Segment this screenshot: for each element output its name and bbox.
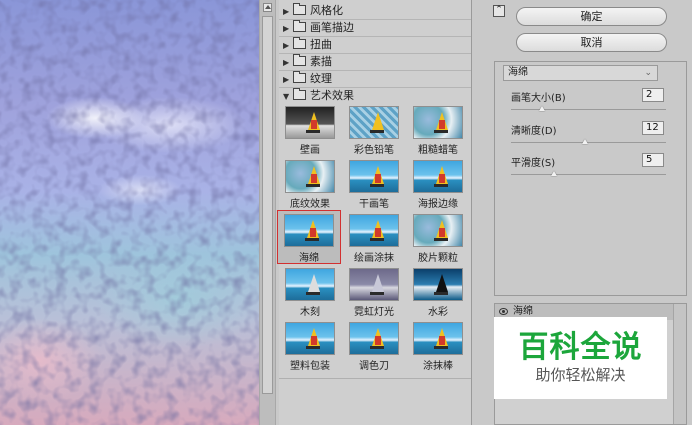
filter-smudge-stick[interactable]: 涂抹棒 xyxy=(410,322,466,374)
ok-button[interactable]: 确定 xyxy=(516,7,667,26)
filter-film-grain[interactable]: 胶片颗粒 xyxy=(410,214,466,266)
collapse-arrow-icon: ▼ xyxy=(283,92,290,101)
chevron-down-icon: ⌄ xyxy=(644,68,652,78)
filter-rough-pastels[interactable]: 粗糙蜡笔 xyxy=(410,106,466,158)
filter-select[interactable]: 海绵 ⌄ xyxy=(503,65,658,81)
filter-select-value: 海绵 xyxy=(508,67,528,78)
folder-icon xyxy=(293,37,306,49)
scroll-up-icon[interactable] xyxy=(263,3,272,12)
filter-underpainting[interactable]: 底纹效果 xyxy=(282,160,338,212)
filter-dry-brush[interactable]: 干画笔 xyxy=(346,160,402,212)
definition-label: 清晰度(D) xyxy=(511,126,557,137)
brush-size-label: 画笔大小(B) xyxy=(511,93,566,104)
folder-icon xyxy=(293,71,306,83)
watermark-subtitle: 助你轻松解决 xyxy=(535,366,626,384)
category-artistic[interactable]: ▼ 艺术效果 xyxy=(279,88,471,104)
folder-icon xyxy=(293,20,306,32)
brush-size-slider[interactable] xyxy=(511,106,666,111)
cancel-button[interactable]: 取消 xyxy=(516,33,667,52)
filter-sponge[interactable]: 海绵 xyxy=(277,210,341,264)
expand-arrow-icon: ▶ xyxy=(283,58,290,67)
divider xyxy=(279,378,471,379)
scroll-thumb[interactable] xyxy=(262,16,273,394)
filter-thumbnail xyxy=(349,214,399,247)
smoothness-slider[interactable] xyxy=(511,171,666,176)
filter-thumbnail xyxy=(413,268,463,301)
filter-thumbnail xyxy=(285,322,335,355)
expand-arrow-icon: ▶ xyxy=(283,41,290,50)
layers-scrollbar[interactable] xyxy=(673,304,686,424)
category-texture[interactable]: ▶ 纹理 xyxy=(279,71,471,88)
brush-size-input[interactable]: 2 xyxy=(642,88,664,102)
filter-poster-edges[interactable]: 海报边缘 xyxy=(410,160,466,212)
filter-paint-daubs[interactable]: 绘画涂抹 xyxy=(346,214,402,266)
sponge-texture xyxy=(0,0,259,425)
filter-thumbnail xyxy=(349,160,399,193)
folder-icon xyxy=(293,3,306,15)
smoothness-label: 平滑度(S) xyxy=(511,158,556,169)
filter-gallery: ▶ 风格化 ▶ 画笔描边 ▶ 扭曲 ▶ 素描 ▶ 纹理 ▼ 艺术效果 壁画 彩色铅笔 粗糙蜡… xyxy=(277,0,472,425)
category-distort[interactable]: ▶ 扭曲 xyxy=(279,37,471,54)
watermark-logo: 百科全说 助你轻松解决 xyxy=(494,317,667,399)
slider-knob[interactable] xyxy=(551,171,558,176)
filter-thumbnail xyxy=(413,322,463,355)
filter-thumbnail xyxy=(285,106,335,139)
filter-thumbnail xyxy=(413,214,463,247)
filter-cutout[interactable]: 木刻 xyxy=(282,268,338,320)
filter-thumbnail xyxy=(284,214,334,247)
collapse-icon[interactable]: ⌃ xyxy=(493,5,505,17)
filter-thumbnail xyxy=(285,268,335,301)
eye-icon[interactable] xyxy=(499,308,508,315)
expand-arrow-icon: ▶ xyxy=(283,24,290,33)
expand-arrow-icon: ▶ xyxy=(283,75,290,84)
definition-input[interactable]: 12 xyxy=(642,121,664,135)
filter-neon-glow[interactable]: 霓虹灯光 xyxy=(346,268,402,320)
definition-slider[interactable] xyxy=(511,139,666,144)
slider-knob[interactable] xyxy=(539,106,545,111)
expand-arrow-icon: ▶ xyxy=(283,7,290,16)
smoothness-input[interactable]: 5 xyxy=(642,153,664,167)
filter-thumbnail xyxy=(349,106,399,139)
folder-icon xyxy=(293,88,306,100)
watermark-title: 百科全说 xyxy=(518,330,643,365)
filter-thumbnail xyxy=(349,322,399,355)
filter-colored-pencil[interactable]: 彩色铅笔 xyxy=(346,106,402,158)
slider-knob[interactable] xyxy=(582,139,589,144)
filter-palette-knife[interactable]: 调色刀 xyxy=(346,322,402,374)
filter-watercolor[interactable]: 水彩 xyxy=(410,268,466,320)
filter-thumbnail xyxy=(413,160,463,193)
filter-preview-canvas[interactable] xyxy=(0,0,259,425)
category-brush-strokes[interactable]: ▶ 画笔描边 xyxy=(279,20,471,37)
filter-fresco[interactable]: 壁画 xyxy=(282,106,338,158)
category-sketch[interactable]: ▶ 素描 xyxy=(279,54,471,71)
category-stylize[interactable]: ▶ 风格化 xyxy=(279,3,471,20)
filter-thumbnail xyxy=(285,160,335,193)
filter-thumbnail xyxy=(413,106,463,139)
folder-icon xyxy=(293,54,306,66)
filter-plastic-wrap[interactable]: 塑料包装 xyxy=(282,322,338,374)
preview-scrollbar[interactable] xyxy=(259,0,276,425)
filter-thumbnail xyxy=(349,268,399,301)
